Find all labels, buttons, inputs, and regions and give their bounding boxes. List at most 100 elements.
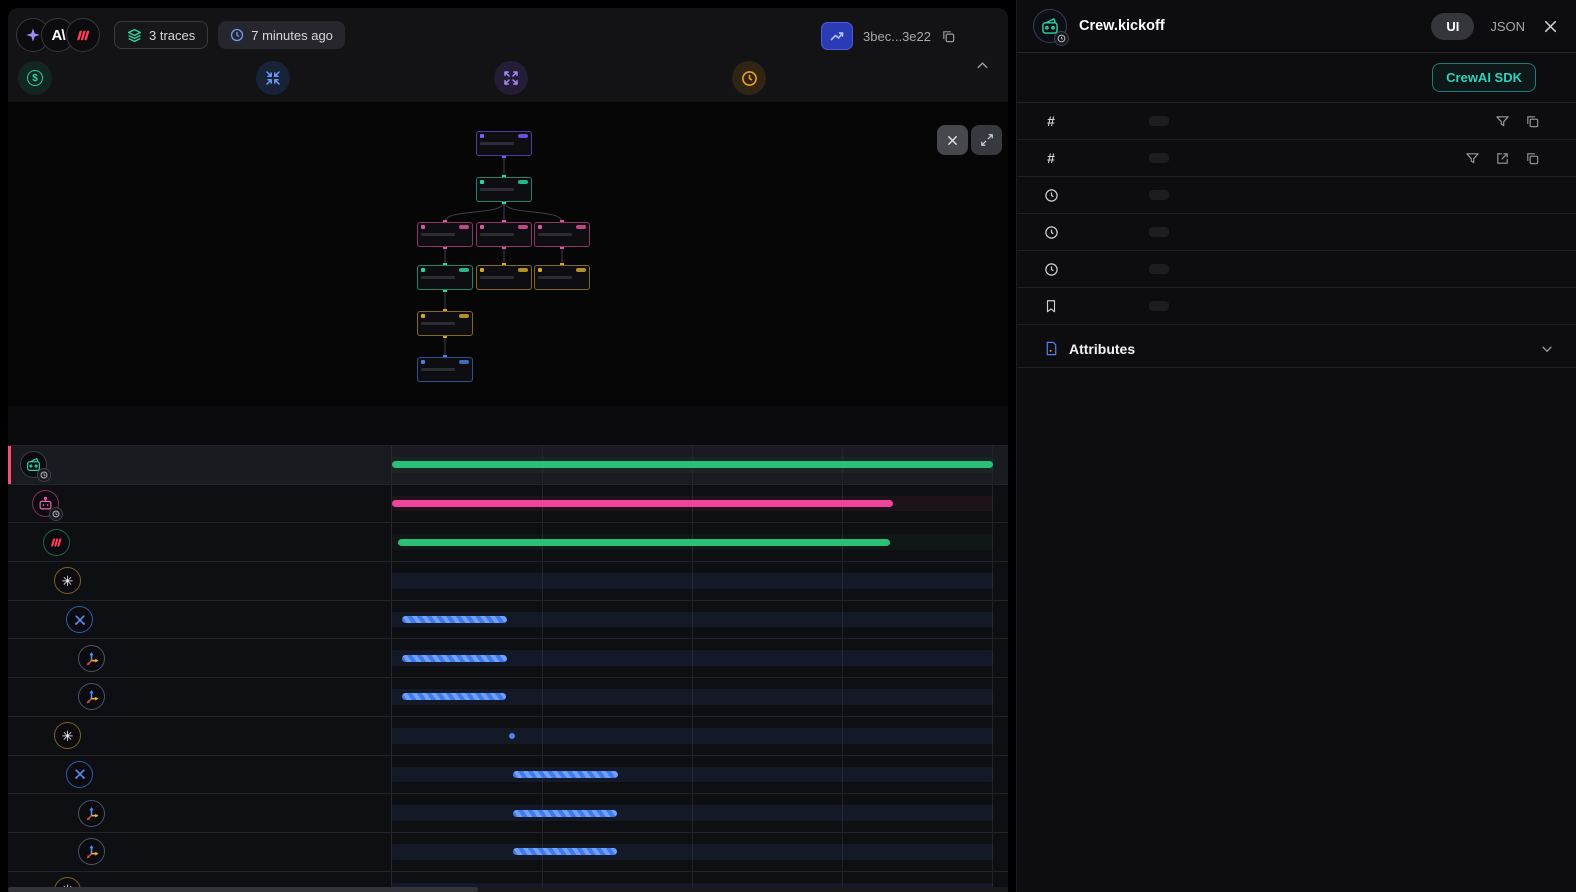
crew-icon <box>1033 9 1067 43</box>
span-row[interactable] <box>8 832 1008 871</box>
graph-close-button[interactable] <box>937 125 968 155</box>
tab-ui[interactable]: UI <box>1431 13 1474 40</box>
graph-node-search-agent[interactable] <box>417 265 473 290</box>
field-value[interactable] <box>1149 116 1169 126</box>
horizontal-scrollbar[interactable] <box>8 887 1008 892</box>
metric-duration <box>732 54 970 102</box>
metric-input-icon-wrap <box>256 61 290 95</box>
span-row[interactable] <box>8 600 1008 639</box>
node-subtext <box>538 233 572 236</box>
span-bar[interactable] <box>402 655 506 662</box>
node-badge <box>518 134 528 138</box>
span-row[interactable] <box>8 445 1008 484</box>
copy-icon[interactable] <box>941 29 956 44</box>
clock-icon <box>230 28 244 42</box>
graph-node-data-analyst[interactable] <box>476 222 532 247</box>
tab-json[interactable]: JSON <box>1490 19 1525 34</box>
node-icon <box>538 225 542 229</box>
metric-output-icon-wrap <box>494 61 528 95</box>
field-value[interactable] <box>1149 264 1169 274</box>
tavily-icon <box>84 689 99 704</box>
node-subtext <box>480 233 514 236</box>
openai-icon: ✳ <box>62 729 74 743</box>
span-row[interactable] <box>8 522 1008 561</box>
chart-button[interactable] <box>821 22 853 50</box>
metric-duration-icon-wrap <box>732 61 766 95</box>
openai-icon-wrap: ✳ <box>54 722 81 749</box>
span-bar[interactable] <box>513 771 618 778</box>
span-row[interactable] <box>8 484 1008 523</box>
span-bar[interactable] <box>402 616 507 623</box>
span-bar[interactable] <box>513 810 617 817</box>
clock-icon <box>1044 225 1059 240</box>
span-waterfall: ✳ <box>8 445 1008 892</box>
span-bar[interactable] <box>398 539 890 546</box>
hash-icon: # <box>1047 150 1055 166</box>
span-timeline-cell <box>391 756 993 794</box>
graph-node-tavily-search[interactable] <box>417 357 473 382</box>
span-timeline-cell <box>391 794 993 832</box>
tools-icon <box>73 767 87 781</box>
filter-action[interactable] <box>1465 151 1480 166</box>
field-value[interactable] <box>1149 301 1169 311</box>
graph-node-combine-task[interactable] <box>476 265 532 290</box>
field-value[interactable] <box>1149 190 1169 200</box>
node-subtext <box>421 276 455 279</box>
field-value[interactable] <box>1149 227 1169 237</box>
attributes-section-toggle[interactable]: Attributes <box>1017 330 1576 368</box>
time-badge-label: 7 minutes ago <box>251 28 333 43</box>
span-timeline-cell <box>391 446 993 484</box>
chevron-up-icon[interactable] <box>975 58 990 78</box>
span-bar[interactable] <box>392 461 993 468</box>
clock-icon <box>1044 262 1059 277</box>
copy-action[interactable] <box>1525 114 1540 129</box>
span-row[interactable] <box>8 638 1008 677</box>
metric-output <box>494 54 732 102</box>
tavily-icon-wrap <box>78 800 105 827</box>
graph-expand-button[interactable] <box>971 125 1002 155</box>
copy-action[interactable] <box>1525 151 1540 166</box>
span-row[interactable]: ✳ <box>8 561 1008 600</box>
node-subtext <box>538 276 572 279</box>
span-row[interactable] <box>8 793 1008 832</box>
span-timeline-cell <box>391 485 993 523</box>
graph-node-domain-researcher[interactable] <box>417 222 473 247</box>
metrics-row: $ <box>18 54 970 102</box>
agent-graph <box>8 102 1008 406</box>
field-value[interactable] <box>1149 153 1169 163</box>
tavily-icon-wrap <box>78 645 105 672</box>
node-subtext <box>421 368 455 371</box>
node-badge <box>576 268 586 272</box>
span-bar[interactable] <box>392 500 893 507</box>
span-bar[interactable] <box>402 693 506 700</box>
trace-id-short: 3bec...3e22 <box>863 29 931 44</box>
graph-node-report-writer[interactable] <box>534 222 590 247</box>
clock-badge-icon <box>49 507 63 521</box>
document-icon <box>1043 341 1059 356</box>
field-traceid: # <box>1017 103 1576 140</box>
filter-icon <box>1495 114 1510 129</box>
filter-action[interactable] <box>1495 114 1510 129</box>
span-row[interactable] <box>8 755 1008 794</box>
hash-icon: # <box>1047 113 1055 129</box>
bookmark-icon <box>1044 299 1058 313</box>
close-icon[interactable] <box>1543 19 1558 34</box>
span-dot[interactable] <box>509 733 515 739</box>
chevron-down-icon <box>1540 342 1554 356</box>
graph-node-gpt-41[interactable] <box>417 311 473 336</box>
graph-node-run[interactable] <box>476 131 532 156</box>
span-track <box>392 767 993 783</box>
span-bar[interactable] <box>513 848 617 855</box>
span-row[interactable]: ✳ <box>8 716 1008 755</box>
expand-arrows-icon <box>503 70 519 86</box>
span-track <box>392 728 993 744</box>
node-icon <box>480 134 484 138</box>
traces-badge-label: 3 traces <box>149 28 195 43</box>
graph-node-crew-kickoff[interactable] <box>476 177 532 202</box>
traces-badge[interactable]: 3 traces <box>114 21 208 49</box>
span-row[interactable] <box>8 677 1008 716</box>
span-timeline-cell <box>391 833 993 871</box>
external-action[interactable] <box>1495 151 1510 166</box>
span-track <box>392 805 993 821</box>
graph-node-generate-task[interactable] <box>534 265 590 290</box>
